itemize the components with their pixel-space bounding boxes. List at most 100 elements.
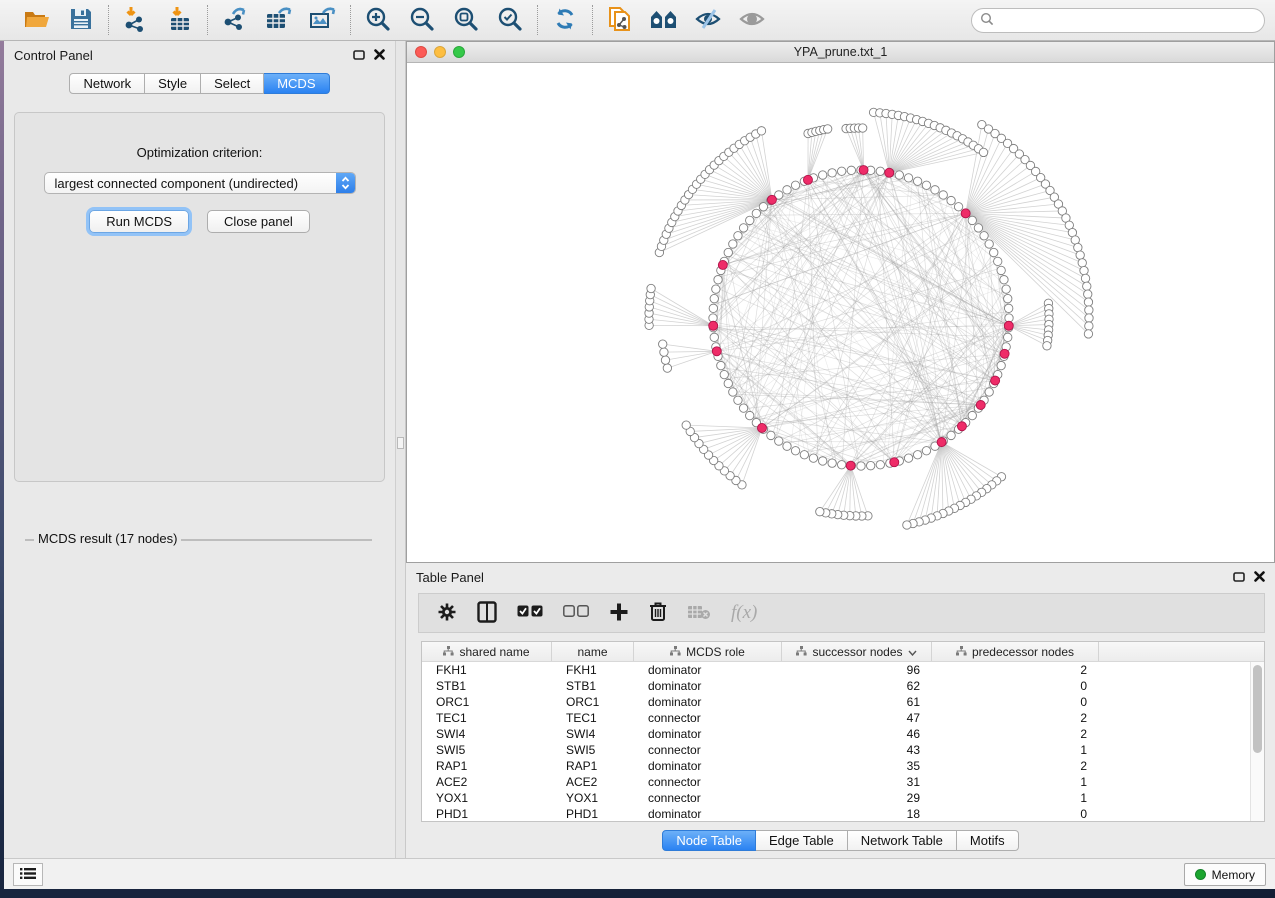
show-all-icon	[738, 8, 766, 33]
close-panel-icon[interactable]	[1254, 570, 1265, 585]
tab-node-table[interactable]: Node Table	[662, 830, 756, 851]
import-table-button[interactable]	[165, 6, 195, 34]
table-cell: 18	[782, 807, 932, 821]
refresh-layout-button[interactable]	[550, 6, 580, 34]
table-cell: connector	[634, 743, 782, 757]
table-cell: TEC1	[422, 711, 552, 725]
table-row[interactable]: FKH1FKH1dominator962	[422, 662, 1250, 678]
table-cell: SWI4	[552, 727, 634, 741]
optimization-criterion-label: Optimization criterion:	[15, 145, 384, 160]
deselect-all-rows-button[interactable]	[563, 605, 589, 621]
table-row[interactable]: ACE2ACE2connector311	[422, 774, 1250, 790]
zoom-in-icon	[365, 6, 391, 35]
table-row[interactable]: PHD1PHD1dominator180	[422, 806, 1250, 821]
float-panel-icon[interactable]	[1233, 570, 1245, 585]
table-row[interactable]: RAP1RAP1dominator352	[422, 758, 1250, 774]
tab-select[interactable]: Select	[201, 73, 264, 94]
delete-column-button[interactable]	[649, 601, 667, 625]
plus-icon	[609, 602, 629, 625]
function-builder-button: f(x)	[731, 602, 757, 624]
table-panel-title: Table Panel	[416, 570, 484, 585]
table-cell: SWI5	[552, 743, 634, 757]
node-table-scrollbar[interactable]	[1250, 662, 1264, 821]
show-all-button[interactable]	[737, 6, 767, 34]
fx-icon: f(x)	[731, 602, 757, 624]
table-row[interactable]: SWI5SWI5connector431	[422, 742, 1250, 758]
table-cell: dominator	[634, 807, 782, 821]
zoom-out-button[interactable]	[407, 6, 437, 34]
scrollbar-thumb[interactable]	[1253, 665, 1262, 753]
zoom-selected-icon	[497, 6, 523, 35]
tab-edge-table[interactable]: Edge Table	[756, 830, 848, 851]
select-all-rows-button[interactable]	[517, 605, 543, 621]
table-cell: PHD1	[552, 807, 634, 821]
trash-icon	[649, 601, 667, 625]
hide-selected-button[interactable]	[693, 6, 723, 34]
table-cell: 1	[932, 743, 1099, 757]
zoom-selected-button[interactable]	[495, 6, 525, 34]
column-header-successor-nodes[interactable]: successor nodes	[782, 642, 932, 661]
table-cell: 0	[932, 807, 1099, 821]
splitter-handle[interactable]	[397, 437, 404, 449]
zoom-out-icon	[409, 6, 435, 35]
search-field[interactable]	[971, 8, 1265, 33]
table-row[interactable]: SWI4SWI4dominator462	[422, 726, 1250, 742]
table-toolbar: f(x)	[418, 593, 1265, 633]
node-table: shared namenameMCDS rolesuccessor nodesp…	[421, 641, 1265, 822]
import-network-button[interactable]	[121, 6, 151, 34]
export-table-button[interactable]	[264, 6, 294, 34]
table-cell: 47	[782, 711, 932, 725]
close-panel-button[interactable]: Close panel	[207, 210, 310, 233]
table-row[interactable]: YOX1YOX1connector291	[422, 790, 1250, 806]
control-panel-titlebar: Control Panel	[4, 41, 395, 69]
table-cell: 43	[782, 743, 932, 757]
export-network-button[interactable]	[220, 6, 250, 34]
tab-motifs[interactable]: Motifs	[957, 830, 1019, 851]
table-cell: PHD1	[422, 807, 552, 821]
table-cell: TEC1	[552, 711, 634, 725]
optimization-criterion-select[interactable]: largest connected component (undirected)	[44, 172, 356, 194]
table-row[interactable]: TEC1TEC1connector472	[422, 710, 1250, 726]
memory-status-icon	[1195, 869, 1206, 880]
panel-splitter[interactable]	[396, 41, 406, 858]
task-history-button[interactable]	[13, 863, 43, 886]
table-cell: ORC1	[552, 695, 634, 709]
zoom-in-button[interactable]	[363, 6, 393, 34]
table-cell: connector	[634, 711, 782, 725]
destroy-table-icon	[687, 604, 711, 623]
refresh-layout-icon	[552, 6, 578, 35]
export-image-button[interactable]	[308, 6, 338, 34]
float-panel-icon[interactable]	[353, 48, 365, 63]
mcds-result-list[interactable]: PHD1CAR1STP4TID3YOX1SWI4SRD1PMA2FKH1ACE2…	[28, 544, 355, 548]
first-neighbors-button[interactable]	[649, 6, 679, 34]
network-window-titlebar: YPA_prune.txt_1	[407, 42, 1274, 63]
column-header-name[interactable]: name	[552, 642, 634, 661]
run-mcds-button[interactable]: Run MCDS	[89, 210, 189, 233]
save-session-button[interactable]	[66, 6, 96, 34]
network-canvas[interactable]	[407, 63, 1274, 562]
open-file-button[interactable]	[22, 6, 52, 34]
search-input[interactable]	[999, 13, 1256, 27]
memory-button[interactable]: Memory	[1184, 863, 1266, 886]
show-columns-button[interactable]	[477, 601, 497, 626]
network-graph[interactable]	[407, 63, 1274, 562]
tab-mcds[interactable]: MCDS	[264, 73, 329, 94]
table-cell: FKH1	[552, 663, 634, 677]
hierarchy-icon	[796, 645, 807, 659]
column-header-MCDS-role[interactable]: MCDS role	[634, 642, 782, 661]
add-column-button[interactable]	[609, 602, 629, 625]
table-settings-button[interactable]	[437, 602, 457, 625]
column-header-predecessor-nodes[interactable]: predecessor nodes	[932, 642, 1099, 661]
tab-style[interactable]: Style	[145, 73, 201, 94]
tab-network-table[interactable]: Network Table	[848, 830, 957, 851]
table-row[interactable]: ORC1ORC1dominator610	[422, 694, 1250, 710]
destroy-table-button	[687, 604, 711, 623]
zoom-fit-icon	[453, 6, 479, 35]
zoom-fit-button[interactable]	[451, 6, 481, 34]
close-panel-icon[interactable]	[374, 48, 385, 63]
clone-network-button[interactable]	[605, 6, 635, 34]
control-panel: Control Panel NetworkStyleSelectMCDS Opt…	[4, 41, 396, 858]
column-header-shared-name[interactable]: shared name	[422, 642, 552, 661]
table-row[interactable]: STB1STB1dominator620	[422, 678, 1250, 694]
tab-network[interactable]: Network	[69, 73, 145, 94]
